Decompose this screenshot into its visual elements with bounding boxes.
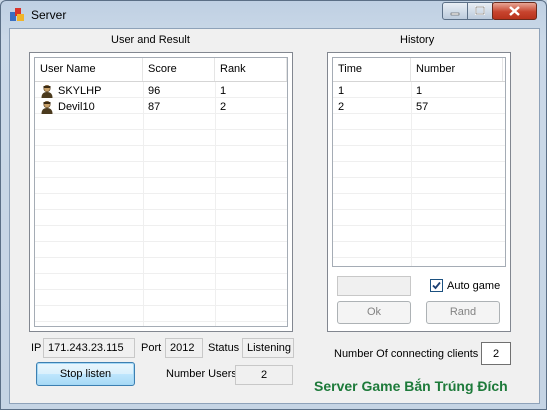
- status-label: Status: [208, 342, 240, 354]
- ip-label: IP: [31, 342, 42, 354]
- number-users-label: Number Users: [166, 368, 237, 380]
- minimize-button[interactable]: [442, 2, 468, 20]
- user-rank: 1: [220, 85, 227, 97]
- connecting-clients-field: 2: [481, 342, 511, 365]
- user-icon: [41, 100, 53, 114]
- auto-game-label: Auto game: [447, 280, 501, 292]
- history-list-header: Time Number: [333, 58, 505, 82]
- users-list[interactable]: User Name Score Rank SKYLHP 96 1 Devil10…: [34, 57, 288, 327]
- port-label: Port: [141, 342, 162, 354]
- stop-listen-button[interactable]: Stop listen: [36, 362, 135, 386]
- table-row[interactable]: SKYLHP 96 1: [35, 83, 287, 99]
- history-time: 1: [338, 85, 345, 97]
- ok-button[interactable]: Ok: [337, 301, 411, 324]
- user-score: 87: [148, 101, 161, 113]
- connecting-clients-label: Number Of connecting clients: [334, 348, 479, 360]
- history-time: 2: [338, 101, 345, 113]
- users-panel-title: User and Result: [111, 34, 190, 46]
- history-panel: Time Number 1 1 2 57 Auto game Ok Rand: [327, 52, 511, 332]
- minimize-icon: [450, 12, 460, 16]
- server-window: Server User and Result User Name Score R…: [0, 0, 547, 410]
- user-name: Devil10: [58, 101, 95, 113]
- user-name: SKYLHP: [58, 85, 102, 97]
- table-row[interactable]: Devil10 87 2: [35, 99, 287, 115]
- maximize-button[interactable]: [467, 2, 493, 20]
- status-field: Listening: [242, 338, 294, 358]
- column-user-name[interactable]: User Name: [35, 58, 143, 81]
- history-number: 1: [416, 85, 423, 97]
- close-button[interactable]: [492, 2, 537, 20]
- rand-button[interactable]: Rand: [426, 301, 500, 324]
- history-rows: 1 1 2 57: [333, 83, 505, 115]
- column-number[interactable]: Number: [411, 58, 503, 81]
- table-row[interactable]: 2 57: [333, 99, 505, 115]
- users-list-header: User Name Score Rank: [35, 58, 287, 82]
- user-icon: [41, 84, 53, 98]
- column-score[interactable]: Score: [143, 58, 215, 81]
- port-field: 2012: [165, 338, 203, 358]
- close-icon: [509, 6, 520, 16]
- table-row[interactable]: 1 1: [333, 83, 505, 99]
- client-area: User and Result User Name Score Rank SKY…: [9, 28, 540, 404]
- column-time[interactable]: Time: [333, 58, 411, 81]
- history-number: 57: [416, 101, 429, 113]
- number-users-field: 2: [235, 365, 293, 385]
- ip-field: 171.243.23.115: [43, 338, 135, 358]
- user-rank: 2: [220, 101, 227, 113]
- auto-game-checkbox[interactable]: [430, 279, 443, 292]
- window-title: Server: [31, 8, 67, 22]
- users-list-grid: [35, 82, 287, 326]
- users-rows: SKYLHP 96 1 Devil10 87 2: [35, 83, 287, 115]
- user-score: 96: [148, 85, 161, 97]
- users-panel: User Name Score Rank SKYLHP 96 1 Devil10…: [29, 52, 293, 332]
- title-bar: Server: [1, 1, 546, 27]
- history-panel-title: History: [400, 34, 435, 46]
- app-icon: [10, 8, 24, 21]
- number-input[interactable]: [337, 276, 411, 296]
- brand-text: Server Game Bắn Trúng Đích: [314, 378, 508, 394]
- history-list[interactable]: Time Number 1 1 2 57: [332, 57, 506, 267]
- column-rank[interactable]: Rank: [215, 58, 287, 81]
- checkmark-icon: [432, 281, 441, 290]
- maximize-icon: [475, 6, 485, 15]
